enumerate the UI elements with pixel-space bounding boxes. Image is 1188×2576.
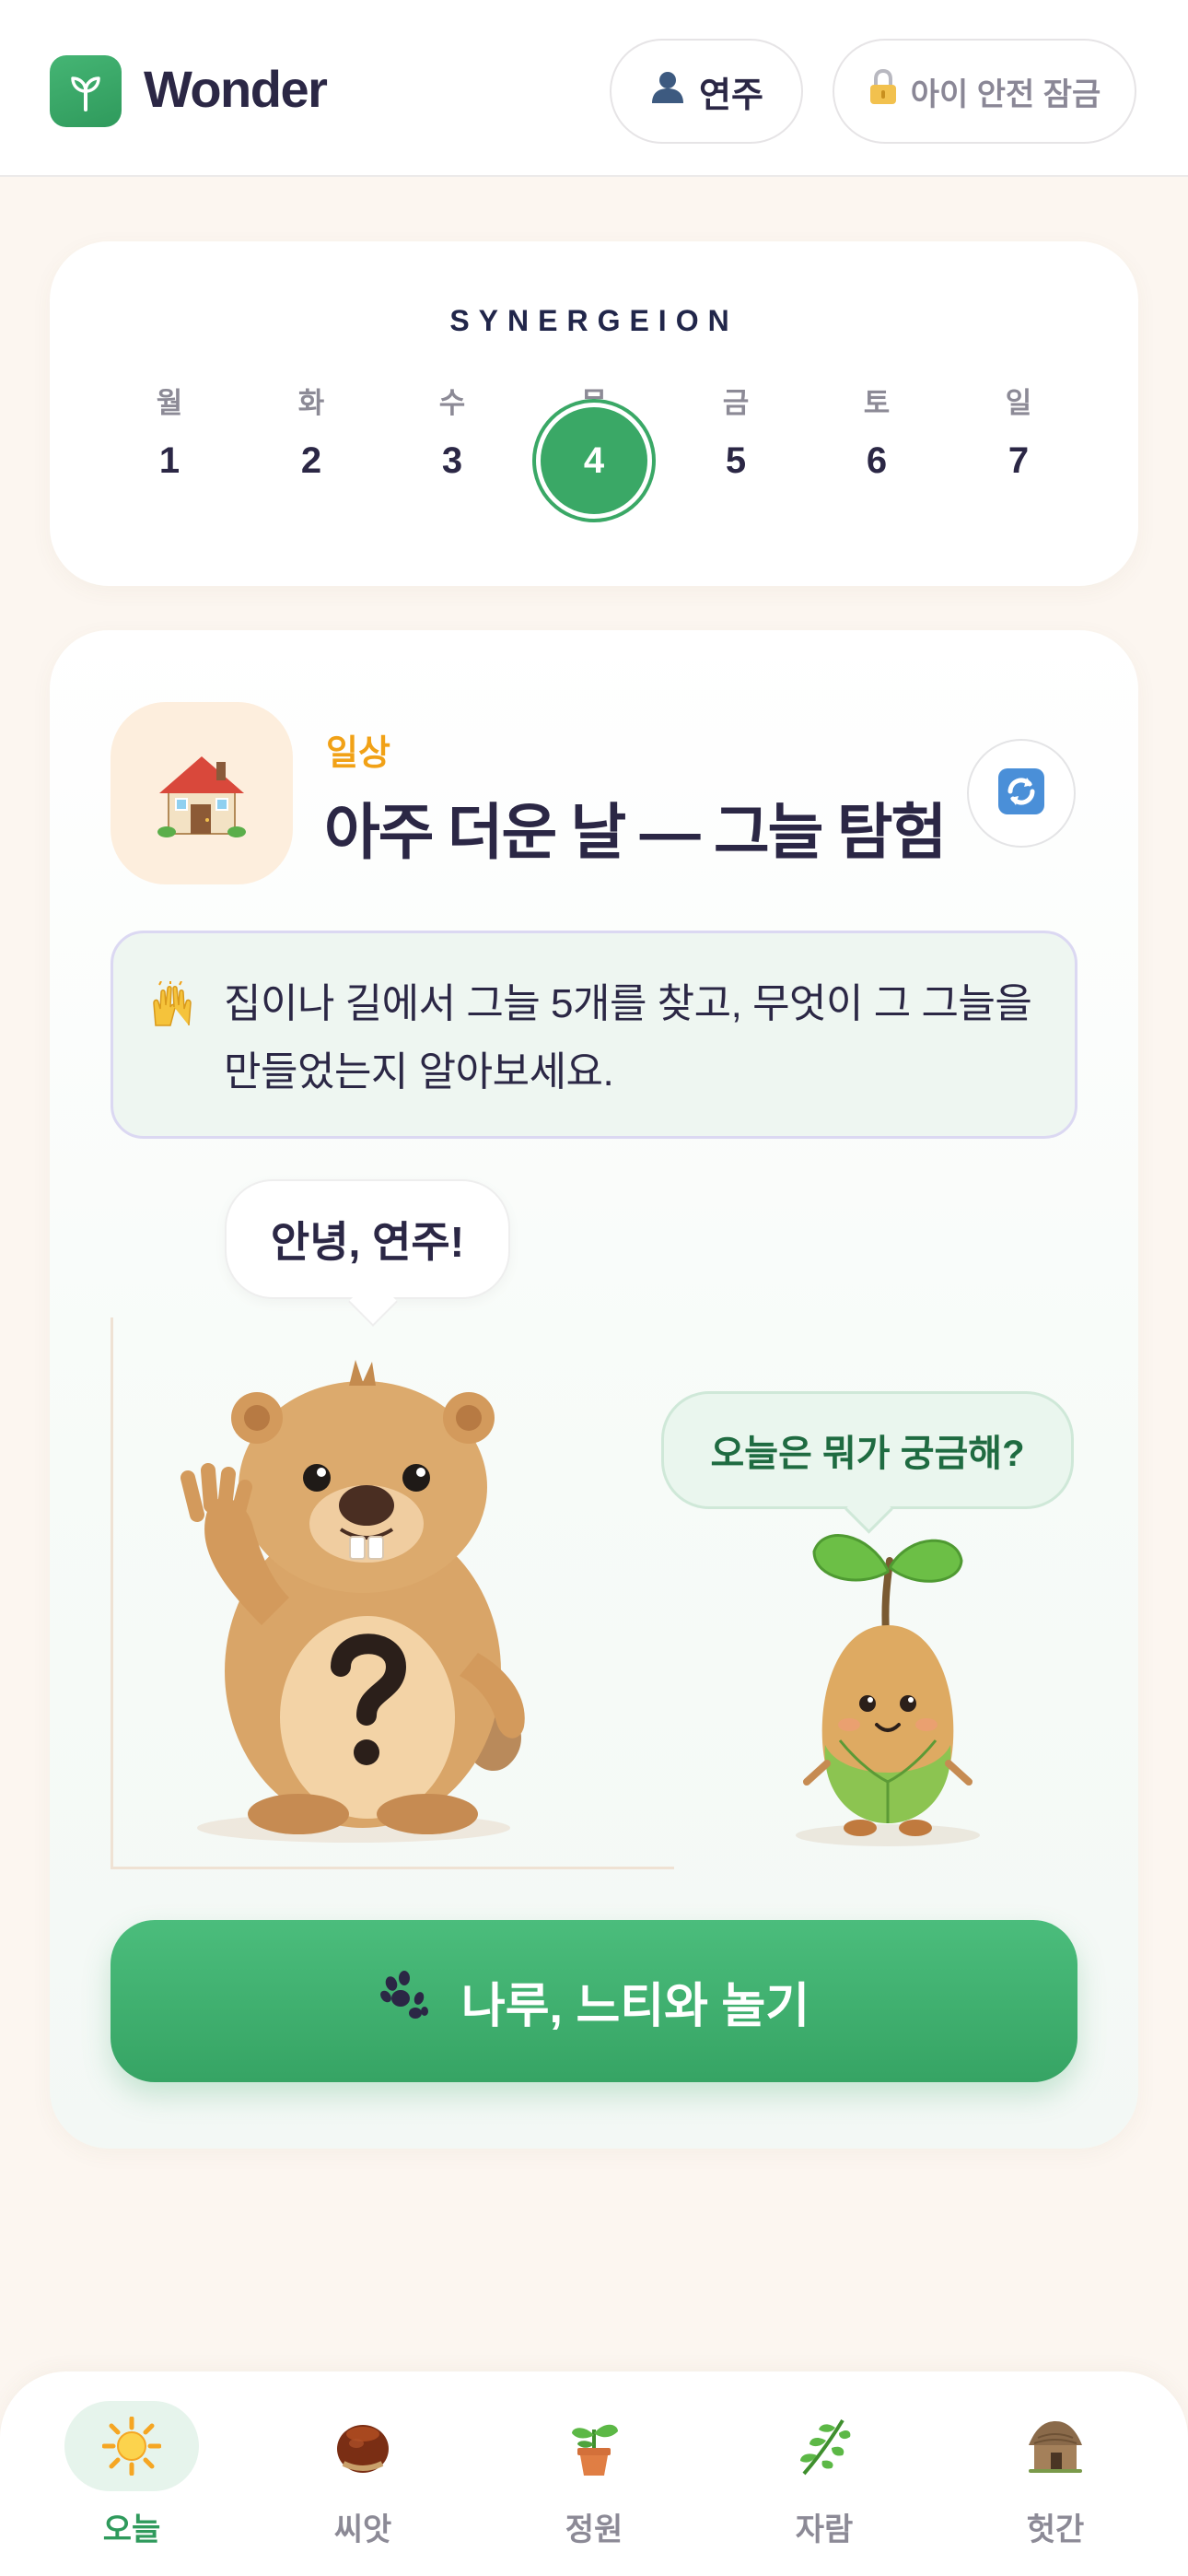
raised-hands-icon	[148, 980, 196, 1039]
mission-box: 집이나 길에서 그늘 5개를 찾고, 무엇이 그 그늘을 만들었는지 알아보세요…	[111, 931, 1077, 1139]
profile-name: 연주	[699, 76, 763, 115]
frame-divider	[111, 1867, 674, 1869]
child-safety-lock-button[interactable]: 아이 안전 잠금	[833, 39, 1136, 144]
person-icon	[649, 68, 686, 114]
nav-label: 정원	[565, 2512, 623, 2547]
day-button-4-selected[interactable]: 4	[541, 407, 647, 514]
day-button-7[interactable]: 7	[965, 407, 1072, 514]
hut-icon	[988, 2401, 1123, 2491]
nav-tab-seeds[interactable]: 씨앗	[294, 2401, 432, 2549]
play-button-label: 나루, 느티와 놀기	[460, 1979, 810, 2033]
nav-tab-garden[interactable]: 정원	[525, 2401, 663, 2549]
house-icon	[111, 702, 293, 884]
refresh-icon	[996, 767, 1046, 821]
topic-category: 일상	[326, 734, 390, 773]
beaver-speech-bubble: 안녕, 연주!	[225, 1179, 510, 1299]
day-button-3[interactable]: 3	[399, 407, 506, 514]
week-title: SYNERGEION	[449, 304, 739, 337]
lock-label: 아이 안전 잠금	[910, 76, 1101, 112]
sun-icon	[64, 2401, 199, 2491]
lock-icon	[868, 68, 898, 114]
day-button-5[interactable]: 5	[682, 407, 789, 514]
potted-plant-icon	[527, 2401, 661, 2491]
paw-icon	[379, 1970, 432, 2032]
bottom-navigation: 오늘 씨앗 정원 자람 헛간	[0, 2371, 1188, 2576]
nav-label: 헛간	[1026, 2512, 1085, 2547]
nav-tab-growth[interactable]: 자람	[755, 2401, 893, 2549]
beaver-character-illustration	[181, 1360, 525, 1843]
nav-label: 씨앗	[333, 2512, 392, 2547]
chestnut-icon	[296, 2401, 430, 2491]
herb-icon	[757, 2401, 891, 2491]
week-selector-card: SYNERGEION 월 화 수 목 금 토 일 1 2 3 4 5 6 7	[50, 241, 1138, 586]
sprout-character-illustration	[796, 1534, 980, 1846]
nav-tab-barn[interactable]: 헛간	[986, 2401, 1124, 2549]
sprout-speech-bubble: 오늘은 뭐가 궁금해?	[661, 1391, 1074, 1509]
app-screen: Wonder 연주 아이 안전 잠금 SYNERGEION 월 화 수 목 금 …	[0, 0, 1188, 2576]
daily-topic-card: 일상 아주 더운 날 — 그늘 탐험 집이나 길에서 그늘 5개를 찾고, 무엇…	[50, 630, 1138, 2149]
day-button-2[interactable]: 2	[258, 407, 365, 514]
frame-divider	[111, 1317, 113, 1868]
app-header: Wonder 연주 아이 안전 잠금	[0, 0, 1188, 177]
topic-title: 아주 더운 날 — 그늘 탐험	[324, 798, 947, 866]
day-button-6[interactable]: 6	[823, 407, 930, 514]
nav-tab-today[interactable]: 오늘	[63, 2401, 201, 2549]
day-button-1[interactable]: 1	[116, 407, 223, 514]
nav-label: 자람	[795, 2512, 854, 2547]
sprout-icon	[50, 55, 122, 127]
mission-text: 집이나 길에서 그늘 5개를 찾고, 무엇이 그 그늘을 만들었는지 알아보세요…	[224, 981, 1032, 1095]
nav-label: 오늘	[102, 2512, 161, 2547]
profile-button[interactable]: 연주	[610, 39, 803, 144]
app-logo-text: Wonder	[144, 60, 328, 118]
refresh-button[interactable]	[967, 739, 1076, 848]
play-with-characters-button[interactable]: 나루, 느티와 놀기	[111, 1920, 1077, 2082]
